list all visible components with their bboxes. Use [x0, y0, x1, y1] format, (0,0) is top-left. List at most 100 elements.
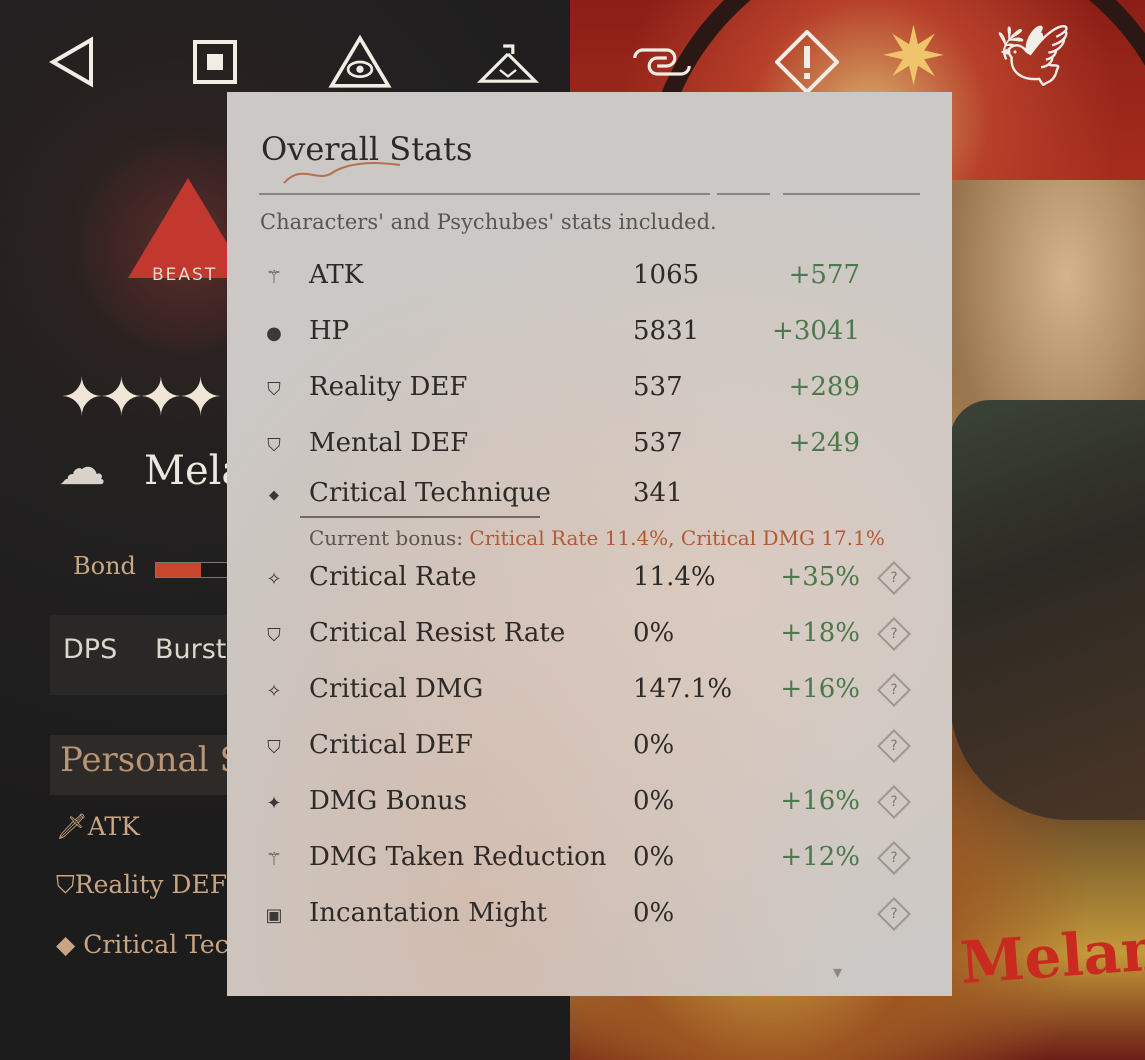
- stat-value: 0%: [633, 618, 675, 648]
- stat-bonus: +16%: [780, 674, 860, 704]
- stat-row: ✧ Critical DMG 147.1% +16%?: [227, 672, 952, 712]
- title-divider: [259, 193, 710, 195]
- rarity-stars: ✦✦✦✦: [60, 368, 222, 428]
- help-icon[interactable]: ?: [877, 729, 911, 763]
- back-icon: [49, 36, 93, 88]
- stat-row: ✧ Critical Rate 11.4% +35%?: [227, 560, 952, 600]
- stat-value: 537: [633, 372, 683, 402]
- stat-name: Mental DEF: [309, 428, 469, 458]
- stat-value: 147.1%: [633, 674, 733, 704]
- critical-technique-bonus: Current bonus: Critical Rate 11.4%, Crit…: [309, 526, 885, 550]
- dmg-bonus-icon: ✦: [266, 793, 282, 814]
- stat-name: DMG Taken Reduction: [309, 842, 607, 872]
- stat-row: ◆ Critical Technique 341: [227, 476, 952, 516]
- title-swoosh-decoration: [283, 162, 401, 184]
- stat-name: Critical DMG: [309, 674, 484, 704]
- afflatus-label: BEAST: [152, 265, 218, 285]
- hp-icon: ●: [266, 323, 282, 344]
- art-dress: [950, 400, 1145, 820]
- help-icon[interactable]: ?: [877, 673, 911, 707]
- help-glyph: ?: [890, 738, 898, 754]
- bond-progress-fill: [156, 563, 201, 577]
- back-button[interactable]: [40, 30, 104, 94]
- stat-bonus: +249: [788, 428, 860, 458]
- help-glyph: ?: [890, 626, 898, 642]
- wardrobe-button[interactable]: [476, 30, 540, 94]
- title-divider: [783, 193, 920, 195]
- stat-name: HP: [309, 316, 350, 346]
- role-tag-burst: Burst: [155, 634, 227, 665]
- stat-row: ⛉ Critical DEF 0%?: [227, 728, 952, 768]
- overall-stats-panel: Overall Stats Characters' and Psychubes'…: [227, 92, 952, 996]
- stat-row: ✦ DMG Bonus 0% +16%?: [227, 784, 952, 824]
- home-icon: [193, 40, 237, 84]
- help-glyph: ?: [890, 850, 898, 866]
- help-icon[interactable]: ?: [877, 617, 911, 651]
- help-icon[interactable]: ?: [877, 897, 911, 931]
- incantation-might-icon: ▣: [265, 905, 283, 926]
- help-icon[interactable]: ?: [877, 785, 911, 819]
- stat-name: ATK: [309, 260, 364, 290]
- critical-resist-icon: ⛉: [267, 625, 281, 646]
- home-button[interactable]: [183, 30, 247, 94]
- stat-value: 0%: [633, 786, 675, 816]
- scroll-down-icon[interactable]: ▾: [833, 962, 842, 983]
- atk-icon: ⚚: [265, 267, 283, 288]
- dmg-taken-reduction-icon: ⚚: [265, 849, 283, 870]
- stat-name: Critical Technique: [309, 478, 551, 508]
- stat-row: ● HP 5831 +3041: [227, 314, 952, 354]
- warning-icon: [775, 30, 839, 94]
- help-icon[interactable]: ?: [877, 841, 911, 875]
- stat-bonus: +3041: [772, 316, 860, 346]
- stat-name: Incantation Might: [309, 898, 547, 928]
- stat-name: Critical DEF: [309, 730, 473, 760]
- eye-button[interactable]: [328, 30, 392, 94]
- bond-label: Bond: [73, 552, 136, 580]
- panel-subtitle: Characters' and Psychubes' stats include…: [260, 210, 717, 234]
- stat-bonus: +12%: [780, 842, 860, 872]
- stat-row: ⛉ Critical Resist Rate 0% +18%?: [227, 616, 952, 656]
- help-glyph: ?: [890, 570, 898, 586]
- stat-bonus: +18%: [780, 618, 860, 648]
- critical-technique-underline: [300, 516, 540, 518]
- dove-icon: 🕊: [995, 21, 1072, 91]
- personal-stat-atk: 🗡ATK: [56, 812, 140, 841]
- help-glyph: ?: [890, 682, 898, 698]
- link-button[interactable]: [630, 30, 694, 94]
- help-glyph: ?: [890, 794, 898, 810]
- help-icon[interactable]: ?: [877, 561, 911, 595]
- stat-value: 0%: [633, 730, 675, 760]
- critical-technique-icon: ◆: [269, 488, 279, 503]
- stat-value: 1065: [633, 260, 700, 290]
- stat-value: 0%: [633, 898, 675, 928]
- stat-row: ⛉ Reality DEF 537 +289: [227, 370, 952, 410]
- bonus-value: Critical Rate 11.4%, Critical DMG 17.1%: [469, 526, 885, 550]
- link-icon: [633, 48, 691, 76]
- stat-bonus: +16%: [780, 786, 860, 816]
- stat-bonus: +289: [788, 372, 860, 402]
- stat-value: 5831: [633, 316, 700, 346]
- stat-row: ⚚ DMG Taken Reduction 0% +12%?: [227, 840, 952, 880]
- stat-value: 537: [633, 428, 683, 458]
- critical-def-icon: ⛉: [267, 737, 281, 758]
- stat-name: Reality DEF: [309, 372, 468, 402]
- stat-name: DMG Bonus: [309, 786, 468, 816]
- personal-stat-critical-tech: ◆ Critical Tech: [56, 930, 245, 959]
- role-tag-dps: DPS: [63, 634, 118, 665]
- stat-bonus: +577: [788, 260, 860, 290]
- brain-icon: ☁: [58, 440, 106, 496]
- critical-rate-icon: ✧: [266, 569, 282, 590]
- stat-bonus: +35%: [780, 562, 860, 592]
- stat-value: 11.4%: [633, 562, 716, 592]
- critical-technique-icon: ◆: [56, 930, 84, 959]
- warning-button[interactable]: [775, 30, 839, 94]
- help-glyph: ?: [890, 906, 898, 922]
- atk-icon: 🗡: [56, 812, 88, 841]
- stat-name: Critical Resist Rate: [309, 618, 566, 648]
- personal-stats-title: Personal S: [60, 740, 243, 780]
- stat-row: ⚚ ATK 1065 +577: [227, 258, 952, 298]
- stat-value: 0%: [633, 842, 675, 872]
- stat-name: Critical Rate: [309, 562, 477, 592]
- eye-triangle-icon: [328, 34, 392, 88]
- mental-def-icon: ⛉: [267, 435, 281, 456]
